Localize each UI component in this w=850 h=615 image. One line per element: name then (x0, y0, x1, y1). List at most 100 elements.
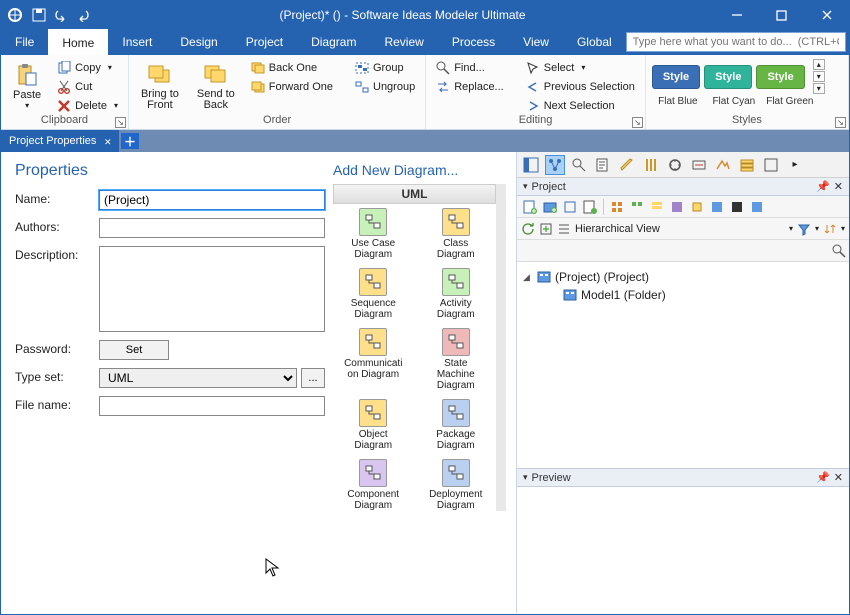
cut-button[interactable]: Cut (53, 78, 122, 95)
style-flat-blue[interactable]: Style (652, 65, 700, 89)
tab-project-properties[interactable]: Project Properties ✕ (1, 130, 119, 152)
menu-project[interactable]: Project (232, 29, 297, 55)
diagram-type-1[interactable]: Class Diagram (416, 208, 497, 260)
sidetool-3-icon[interactable] (569, 155, 589, 175)
sort-icon[interactable] (823, 222, 837, 236)
diagram-type-8[interactable]: Component Diagram (333, 459, 414, 511)
tree-root[interactable]: ◢ (Project) (Project) (523, 268, 843, 286)
bring-to-front-button[interactable]: Bring to Front (135, 59, 185, 113)
view-mode-label[interactable]: Hierarchical View (575, 223, 785, 235)
diagram-type-3[interactable]: Activity Diagram (416, 268, 497, 320)
delete-button[interactable]: Delete▾ (53, 97, 122, 114)
diagram-type-4[interactable]: Communicati on Diagram (333, 328, 414, 391)
pt-add-folder-icon[interactable] (541, 198, 559, 216)
expander-icon[interactable]: ◢ (523, 272, 533, 283)
search-icon[interactable] (829, 244, 849, 258)
list-view-icon[interactable] (557, 222, 571, 236)
diagram-type-2[interactable]: Sequence Diagram (333, 268, 414, 320)
editing-launcher[interactable]: ↘ (632, 117, 643, 128)
preview-panel-header[interactable]: ▾ Preview 📌 ✕ (517, 469, 849, 487)
undo-icon[interactable] (53, 7, 69, 23)
menu-home[interactable]: Home (48, 29, 108, 55)
diagram-type-0[interactable]: Use Case Diagram (333, 208, 414, 260)
project-search-input[interactable] (517, 241, 829, 261)
menu-review[interactable]: Review (370, 29, 437, 55)
sidetool-more-icon[interactable]: ▸ (785, 155, 805, 175)
menu-global[interactable]: Global (563, 29, 626, 55)
next-selection-button[interactable]: Next Selection (522, 97, 639, 114)
pt-icon-5[interactable] (608, 198, 626, 216)
filename-input[interactable] (99, 396, 325, 416)
prev-selection-button[interactable]: Previous Selection (522, 78, 639, 95)
name-input[interactable] (99, 190, 325, 210)
copy-button[interactable]: Copy▾ (53, 59, 122, 76)
diagram-type-6[interactable]: Object Diagram (333, 399, 414, 451)
panel-close-icon[interactable]: ✕ (834, 471, 843, 484)
select-button[interactable]: Select▾ (522, 59, 639, 76)
authors-input[interactable] (99, 218, 325, 238)
sidetool-2-icon[interactable] (545, 155, 565, 175)
styles-down-icon[interactable]: ▾ (813, 71, 825, 82)
sidetool-10-icon[interactable] (737, 155, 757, 175)
tab-close-icon[interactable]: ✕ (104, 135, 111, 148)
style-flat-cyan[interactable]: Style (704, 65, 752, 89)
replace-button[interactable]: Replace... (432, 78, 508, 95)
ungroup-button[interactable]: Ungroup (351, 78, 419, 95)
set-password-button[interactable]: Set (99, 340, 169, 360)
typeset-select[interactable]: UML (99, 368, 297, 388)
maximize-button[interactable] (759, 1, 804, 29)
pt-icon-9[interactable] (688, 198, 706, 216)
group-button[interactable]: Group (351, 59, 419, 76)
diagram-type-7[interactable]: Package Diagram (416, 399, 497, 451)
pt-icon-4[interactable] (581, 198, 599, 216)
sidetool-8-icon[interactable] (689, 155, 709, 175)
sidetool-5-icon[interactable] (617, 155, 637, 175)
styles-more-icon[interactable]: ▾ (813, 83, 825, 94)
pt-icon-10[interactable] (708, 198, 726, 216)
pin-icon[interactable]: 📌 (816, 180, 830, 193)
diagram-type-5[interactable]: State Machine Diagram (416, 328, 497, 391)
sidetool-4-icon[interactable] (593, 155, 613, 175)
minimize-button[interactable] (714, 1, 759, 29)
pt-add-diagram-icon[interactable] (521, 198, 539, 216)
menu-diagram[interactable]: Diagram (297, 29, 370, 55)
project-tree[interactable]: ◢ (Project) (Project) Model1 (Folder) (517, 262, 849, 468)
pin-icon[interactable]: 📌 (816, 471, 830, 484)
new-item-icon[interactable] (539, 222, 553, 236)
diagram-type-9[interactable]: Deployment Diagram (416, 459, 497, 511)
pt-icon-7[interactable] (648, 198, 666, 216)
find-button[interactable]: Find... (432, 59, 508, 76)
close-button[interactable] (804, 1, 849, 29)
save-icon[interactable] (31, 7, 47, 23)
pt-icon-3[interactable] (561, 198, 579, 216)
pt-icon-6[interactable] (628, 198, 646, 216)
tree-child[interactable]: Model1 (Folder) (523, 286, 843, 304)
menu-view[interactable]: View (509, 29, 563, 55)
pt-icon-11[interactable] (728, 198, 746, 216)
sidetool-7-icon[interactable] (665, 155, 685, 175)
menu-process[interactable]: Process (438, 29, 509, 55)
menu-insert[interactable]: Insert (108, 29, 166, 55)
filter-icon[interactable] (797, 222, 811, 236)
sidetool-11-icon[interactable] (761, 155, 781, 175)
typeset-browse-button[interactable]: ... (301, 368, 325, 388)
refresh-icon[interactable] (521, 222, 535, 236)
back-one-button[interactable]: Back One (247, 59, 337, 76)
sidetool-9-icon[interactable] (713, 155, 733, 175)
forward-one-button[interactable]: Forward One (247, 78, 337, 95)
pt-icon-8[interactable] (668, 198, 686, 216)
project-panel-header[interactable]: ▾ Project 📌 ✕ (517, 178, 849, 196)
send-to-back-button[interactable]: Send to Back (191, 59, 241, 113)
diagram-scrollbar[interactable] (496, 184, 506, 511)
paste-button[interactable]: Paste ▾ (7, 59, 47, 112)
style-flat-green[interactable]: Style (756, 65, 804, 89)
styles-launcher[interactable]: ↘ (835, 117, 846, 128)
panel-close-icon[interactable]: ✕ (834, 180, 843, 193)
menu-file[interactable]: File (1, 29, 48, 55)
new-tab-button[interactable]: ＋ (121, 133, 139, 149)
sidetool-1-icon[interactable] (521, 155, 541, 175)
pt-icon-12[interactable] (748, 198, 766, 216)
view-dropdown-icon[interactable]: ▾ (789, 224, 793, 233)
sidetool-6-icon[interactable] (641, 155, 661, 175)
tell-me-search[interactable] (626, 32, 846, 52)
